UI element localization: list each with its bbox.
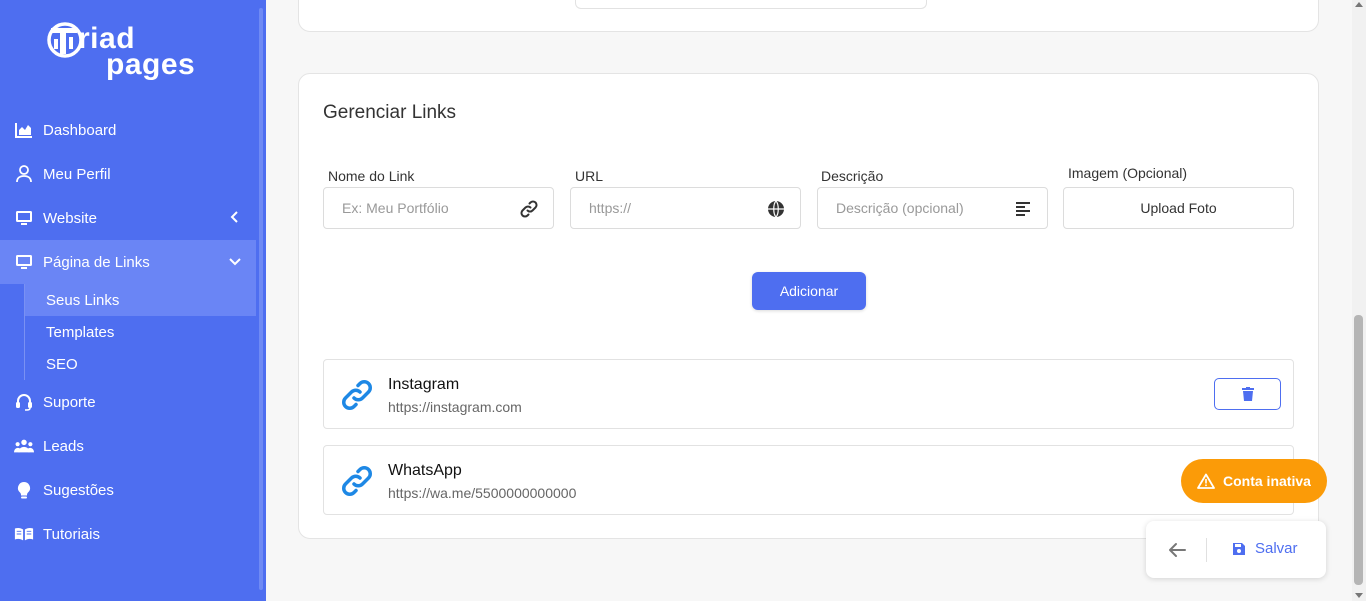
- previous-card-element: [575, 0, 927, 9]
- book-icon: [14, 524, 34, 544]
- sidebar-item-sugestoes[interactable]: Sugestões: [0, 468, 256, 512]
- sidebar-subitem-seus-links[interactable]: Seus Links: [25, 284, 256, 316]
- sidebar-subnav: Seus Links Templates SEO: [0, 284, 256, 380]
- sidebar-item-suporte[interactable]: Suporte: [0, 380, 256, 424]
- add-link-button[interactable]: Adicionar: [752, 272, 866, 310]
- align-left-icon: [1016, 202, 1030, 216]
- brand-text-2: pages: [106, 48, 196, 81]
- description-placeholder: Descrição (opcional): [836, 200, 964, 216]
- users-icon: [14, 436, 34, 456]
- sidebar-scrollbar-thumb[interactable]: [259, 8, 263, 590]
- sidebar: riad pages Dashboard Meu Perfil Website …: [0, 0, 256, 601]
- save-toolbar: Salvar: [1146, 521, 1326, 578]
- url-placeholder: https://: [589, 200, 632, 216]
- save-button[interactable]: Salvar: [1232, 540, 1298, 557]
- page-scrollbar[interactable]: [1352, 0, 1366, 601]
- sidebar-subitem-templates[interactable]: Templates: [25, 316, 256, 348]
- description-input[interactable]: Descrição (opcional): [817, 187, 1048, 229]
- scroll-up-icon[interactable]: [1355, 2, 1363, 7]
- upload-photo-button[interactable]: Upload Foto: [1063, 187, 1294, 229]
- sidebar-subitem-seo[interactable]: SEO: [25, 348, 256, 380]
- link-item[interactable]: Instagram https://instagram.com: [323, 359, 1294, 429]
- sidebar-item-label: Suporte: [43, 393, 96, 411]
- link-url: https://instagram.com: [388, 399, 522, 415]
- link-icon: [342, 380, 372, 410]
- sidebar-item-label: Meu Perfil: [43, 165, 111, 183]
- sidebar-item-tutoriais[interactable]: Tutoriais: [0, 512, 256, 556]
- warning-text: Conta inativa: [1223, 473, 1311, 489]
- link-name-input[interactable]: Ex: Meu Portfólio: [323, 187, 554, 229]
- link-icon: [342, 466, 372, 496]
- link-icon: [520, 200, 538, 218]
- sidebar-item-label: Página de Links: [43, 253, 150, 271]
- sidebar-item-meu-perfil[interactable]: Meu Perfil: [0, 152, 256, 196]
- inactive-account-badge[interactable]: Conta inativa: [1181, 459, 1327, 503]
- sidebar-subitem-label: Seus Links: [46, 291, 120, 309]
- chevron-down-icon: [229, 258, 241, 266]
- sidebar-item-pagina-de-links[interactable]: Página de Links: [0, 240, 256, 284]
- sidebar-item-label: Dashboard: [43, 121, 117, 139]
- sidebar-item-leads[interactable]: Leads: [0, 424, 256, 468]
- description-label: Descrição: [821, 168, 884, 184]
- link-name-placeholder: Ex: Meu Portfólio: [342, 200, 449, 216]
- sidebar-item-label: Sugestões: [43, 481, 114, 499]
- sidebar-item-label: Website: [43, 209, 97, 227]
- sidebar-subitem-label: SEO: [46, 355, 78, 373]
- sidebar-item-label: Tutoriais: [43, 525, 100, 543]
- user-icon: [14, 164, 34, 184]
- card-title: Gerenciar Links: [323, 102, 457, 123]
- brand-logo[interactable]: riad pages: [46, 18, 216, 88]
- link-url: https://wa.me/5500000000000: [388, 485, 577, 501]
- arrow-left-icon[interactable]: [1166, 539, 1188, 561]
- sidebar-item-website[interactable]: Website: [0, 196, 256, 240]
- lightbulb-icon: [14, 480, 34, 500]
- floppy-icon: [1233, 542, 1245, 555]
- monitor-icon: [14, 252, 34, 272]
- save-label: Salvar: [1255, 540, 1298, 557]
- url-input[interactable]: https://: [570, 187, 801, 229]
- scroll-down-icon[interactable]: [1355, 593, 1363, 598]
- link-name-label: Nome do Link: [328, 168, 415, 184]
- sidebar-subitem-label: Templates: [46, 323, 115, 341]
- warning-icon: [1197, 473, 1215, 489]
- chevron-left-icon: [230, 211, 238, 223]
- trash-icon: [1241, 387, 1254, 401]
- delete-button[interactable]: [1214, 378, 1281, 410]
- sidebar-item-dashboard[interactable]: Dashboard: [0, 108, 256, 152]
- headset-icon: [14, 392, 34, 412]
- link-item[interactable]: WhatsApp https://wa.me/5500000000000: [323, 445, 1294, 515]
- monitor-icon: [14, 208, 34, 228]
- previous-card: [298, 0, 1319, 32]
- url-label: URL: [575, 168, 604, 184]
- globe-icon: [768, 200, 784, 218]
- sidebar-item-label: Leads: [43, 437, 84, 455]
- manage-links-card: Gerenciar Links Nome do Link Ex: Meu Por…: [298, 73, 1319, 539]
- link-name: WhatsApp: [388, 462, 462, 479]
- page-scrollbar-thumb[interactable]: [1354, 315, 1363, 585]
- image-label: Imagem (Opcional): [1068, 165, 1188, 181]
- chart-area-icon: [14, 120, 34, 140]
- link-name: Instagram: [388, 376, 460, 393]
- sidebar-scrollbar[interactable]: [256, 0, 266, 601]
- toolbar-divider: [1206, 538, 1207, 562]
